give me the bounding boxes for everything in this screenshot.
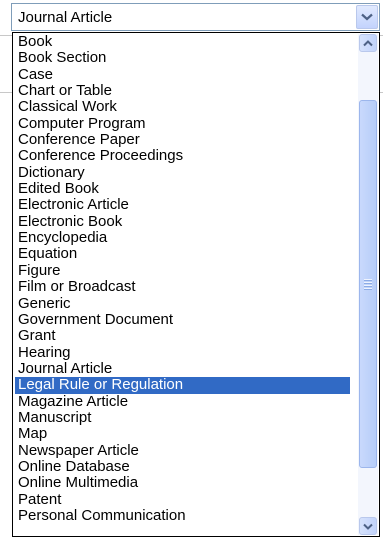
list-item[interactable]: Edited Book bbox=[15, 181, 350, 197]
list-item[interactable]: Government Document bbox=[15, 312, 350, 328]
list-item[interactable]: Equation bbox=[15, 246, 350, 262]
selected-value: Journal Article bbox=[18, 9, 113, 26]
list-item[interactable]: Manuscript bbox=[15, 410, 350, 426]
list-item[interactable]: Electronic Book bbox=[15, 214, 350, 230]
list-item[interactable]: Personal Communication bbox=[15, 508, 350, 524]
list-item[interactable]: Hearing bbox=[15, 345, 350, 361]
list-item[interactable]: Encyclopedia bbox=[15, 230, 350, 246]
list-item[interactable]: Online Database bbox=[15, 459, 350, 475]
scroll-down-button[interactable] bbox=[359, 517, 377, 535]
list-item[interactable]: Classical Work bbox=[15, 99, 350, 115]
list-item[interactable]: Patent bbox=[15, 492, 350, 508]
list-item[interactable]: Dictionary bbox=[15, 165, 350, 181]
scroll-up-button[interactable] bbox=[359, 34, 377, 52]
option-list: Book Book Section Case Chart or Table Classi… bbox=[15, 34, 350, 524]
scroll-thumb[interactable] bbox=[359, 100, 377, 468]
list-item[interactable]: Film or Broadcast bbox=[15, 279, 350, 295]
list-item[interactable]: Journal Article bbox=[15, 361, 350, 377]
list-item[interactable]: Generic bbox=[15, 296, 350, 312]
document-type-select[interactable]: Journal Article bbox=[11, 3, 380, 31]
list-item[interactable]: Conference Proceedings bbox=[15, 148, 350, 164]
dropdown-button[interactable] bbox=[356, 5, 378, 29]
list-item[interactable]: Legal Rule or Regulation bbox=[15, 377, 350, 394]
chevron-down-icon bbox=[363, 523, 373, 530]
list-item[interactable]: Grant bbox=[15, 328, 350, 344]
list-item[interactable]: Newspaper Article bbox=[15, 443, 350, 459]
list-item[interactable]: Magazine Article bbox=[15, 394, 350, 410]
list-item[interactable]: Electronic Article bbox=[15, 197, 350, 213]
list-item[interactable]: Conference Paper bbox=[15, 132, 350, 148]
grip-icon bbox=[364, 278, 372, 291]
chevron-down-icon bbox=[361, 13, 373, 21]
list-item[interactable]: Book Section bbox=[15, 50, 350, 66]
dropdown-list[interactable]: Book Book Section Case Chart or Table Classi… bbox=[12, 32, 380, 537]
list-item[interactable]: Online Multimedia bbox=[15, 475, 350, 491]
list-item[interactable]: Computer Program bbox=[15, 116, 350, 132]
list-item[interactable]: Case bbox=[15, 67, 350, 83]
chevron-up-icon bbox=[363, 39, 373, 46]
list-item[interactable]: Chart or Table bbox=[15, 83, 350, 99]
vertical-scrollbar[interactable] bbox=[358, 34, 378, 535]
list-item[interactable]: Book bbox=[15, 34, 350, 50]
list-item[interactable]: Map bbox=[15, 426, 350, 442]
list-item[interactable]: Figure bbox=[15, 263, 350, 279]
